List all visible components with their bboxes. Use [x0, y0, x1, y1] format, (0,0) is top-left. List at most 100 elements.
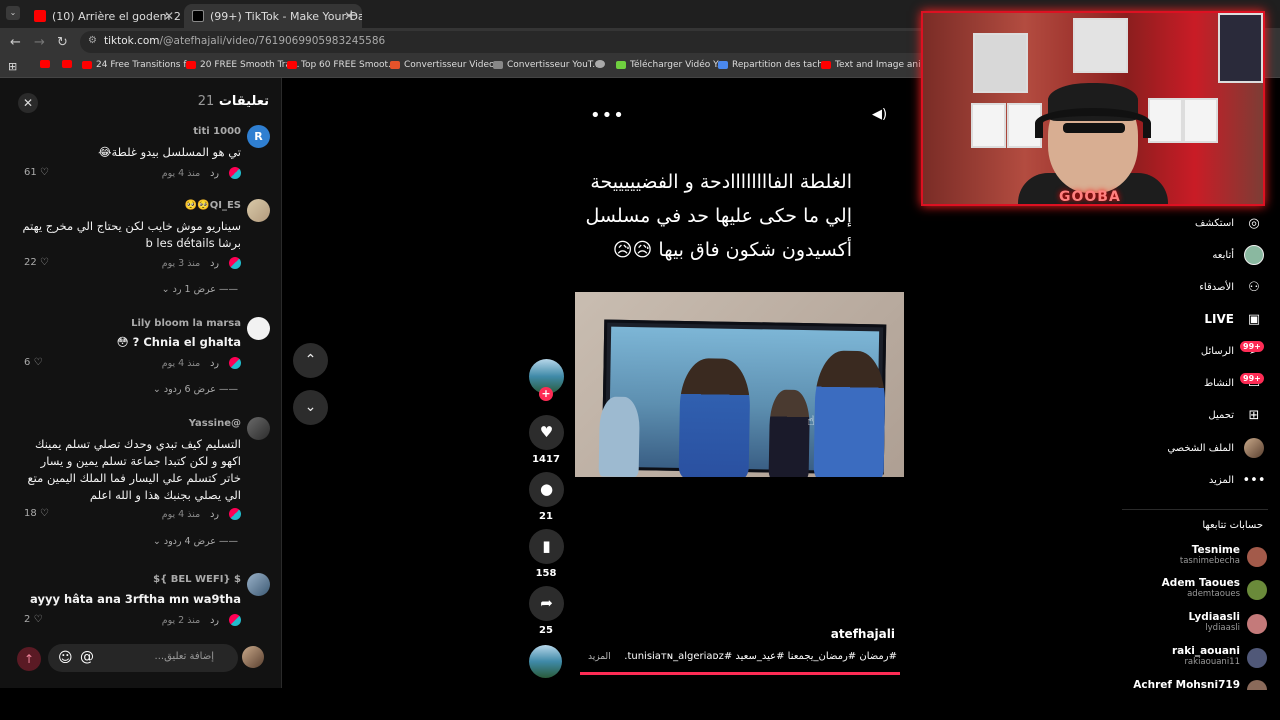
view-replies-button[interactable]: —— عرض 6 ردود ⌄ — [153, 384, 238, 395]
wall-poster — [1073, 18, 1128, 73]
bookmark-item[interactable]: 20 FREE Smooth Tra... — [186, 60, 300, 70]
comment-username[interactable]: Yassine@ — [189, 418, 241, 429]
reply-button[interactable]: رد — [210, 358, 219, 369]
see-more-button[interactable]: المزيد — [588, 652, 611, 662]
sidebar-item-explore[interactable]: ◎ استكشف — [1195, 213, 1264, 233]
mention-icon[interactable]: @ — [80, 649, 94, 665]
avatar[interactable]: R — [247, 125, 270, 148]
volume-icon[interactable]: ◀) — [872, 107, 887, 122]
account-avatar[interactable] — [1247, 648, 1267, 668]
account-name: Achref Mohsni719 — [1133, 679, 1240, 691]
comment-meta: منذ 4 يوم رد — [162, 508, 241, 520]
reload-icon[interactable]: ↻ — [57, 35, 68, 50]
account-avatar[interactable] — [1247, 547, 1267, 567]
reply-button[interactable]: رد — [210, 615, 219, 626]
view-replies-button[interactable]: —— عرض 4 ردود ⌄ — [153, 536, 238, 547]
apps-grid-icon[interactable]: ⊞ — [8, 60, 17, 73]
bookmark-item[interactable]: Text and Image ani... — [821, 60, 929, 70]
bookmark-item[interactable]: Convertisseur Video... — [390, 60, 503, 70]
view-replies-button[interactable]: —— عرض 1 رد ⌄ — [162, 284, 238, 295]
comment-button[interactable]: ● — [529, 472, 564, 507]
bookmark-label: Télécharger Vidéo Y... — [630, 60, 726, 70]
url-input[interactable]: ⚙ tiktok.com/@atefhajali/video/761906990… — [80, 31, 930, 53]
avatar[interactable] — [247, 317, 270, 340]
sidebar-item-live[interactable]: ▣ LIVE — [1204, 309, 1264, 329]
video-hashtags[interactable]: #رمضان #رمضان_يجمعنا #عيد_سعيد #tunisiaᴛ… — [625, 651, 897, 662]
bookmark-label: Text and Image ani... — [835, 60, 930, 70]
send-comment-button[interactable]: ↑ — [17, 647, 41, 671]
comment-username[interactable]: 🥺🥺QI_ES — [185, 200, 241, 211]
sidebar-item-following[interactable]: أتابعه — [1212, 245, 1264, 265]
followed-account[interactable]: Achref Mohsni719 — [1133, 679, 1240, 691]
close-tab-icon[interactable]: ✕ — [164, 9, 174, 23]
tab-search-button[interactable]: ⌄ — [6, 6, 20, 20]
account-avatar[interactable] — [1247, 680, 1267, 690]
cursor-icon: ☝ — [807, 414, 815, 429]
back-arrow-icon[interactable]: ← — [10, 35, 21, 50]
music-disc-avatar[interactable] — [529, 645, 562, 678]
avatar[interactable] — [247, 573, 270, 596]
comment-like-button[interactable]: 18 ♡ — [24, 508, 49, 519]
comment-text: التسليم كيف تبدي وحدك تصلي تسلم يمينك اك… — [27, 437, 241, 502]
activity-badge: 99+ — [1240, 373, 1264, 384]
sidebar-item-friends[interactable]: ⚇ الأصدقاء — [1199, 277, 1264, 297]
sidebar-item-label: تحميل — [1208, 409, 1234, 421]
follow-plus-button[interactable]: + — [539, 387, 553, 401]
new-tab-button[interactable]: + — [345, 6, 358, 24]
site-info-icon[interactable]: ⚙ — [88, 35, 97, 46]
upload-icon: ⊞ — [1248, 407, 1260, 423]
wall-poster — [1218, 13, 1263, 83]
bookmark-item[interactable] — [595, 60, 609, 68]
sidebar-item-more[interactable]: ••• المزيد — [1209, 470, 1266, 490]
account-avatar[interactable] — [1247, 614, 1267, 634]
share-button[interactable]: ➦ — [529, 586, 564, 621]
scene-person — [598, 396, 640, 477]
video-author[interactable]: atefhajali — [831, 627, 895, 641]
followed-account[interactable]: Tesnime tasnimebecha — [1180, 544, 1240, 566]
bookmark-item[interactable]: Repartition des tach... — [718, 60, 832, 70]
comment-username[interactable]: ${ BEL WEFI} $ — [153, 574, 241, 585]
emoji-icon[interactable]: ☺ — [58, 650, 73, 666]
comment-input[interactable]: ☺ @ إضافة تعليق... — [48, 644, 238, 672]
avatar[interactable] — [247, 417, 270, 440]
comment-count: 21 — [539, 511, 553, 522]
comment-like-button[interactable]: 61 ♡ — [24, 167, 49, 178]
like-button[interactable]: ♥ — [529, 415, 564, 450]
reply-button[interactable]: رد — [210, 258, 219, 269]
browser-tab-youtube[interactable]: (10) Arrière el godem 2 Épisode ✕ — [26, 4, 182, 28]
followed-account[interactable]: Lydiaasli lydiaasli — [1188, 611, 1240, 633]
bookmark-item[interactable]: Top 60 FREE Smoot... — [287, 60, 397, 70]
followed-account[interactable]: Adem Taoues ademtaoues — [1162, 577, 1240, 599]
account-name: raki_aouani — [1171, 645, 1240, 657]
forward-arrow-icon[interactable]: → — [34, 35, 45, 50]
sidebar-item-upload[interactable]: ⊞ تحميل — [1208, 405, 1264, 425]
bookmark-item[interactable]: Télécharger Vidéo Y... — [616, 60, 725, 70]
heart-outline-icon: ♡ — [39, 508, 49, 519]
sidebar-item-profile[interactable]: الملف الشخصي — [1167, 438, 1264, 458]
followed-account[interactable]: raki_aouani rakiaouani11 — [1172, 645, 1240, 667]
comment-like-button[interactable]: 2 ♡ — [24, 614, 43, 625]
browser-tab-tiktok[interactable]: (99+) TikTok - Make Your Day ✕ — [184, 4, 362, 28]
previous-video-button[interactable]: ⌃ — [293, 343, 328, 378]
save-button[interactable]: ▮ — [529, 529, 564, 564]
video-player[interactable]: ☝ — [575, 292, 904, 477]
more-options-icon[interactable]: ••• — [590, 105, 625, 126]
scene-person — [768, 389, 811, 477]
video-progress-track[interactable] — [580, 672, 900, 675]
account-avatar[interactable] — [1247, 580, 1267, 600]
bookmark-item[interactable]: Convertisseur YouT... — [493, 60, 601, 70]
next-video-button[interactable]: ⌄ — [293, 390, 328, 425]
creator-liked-avatar-icon — [229, 167, 241, 179]
bookmark-item[interactable] — [40, 60, 54, 68]
close-comments-button[interactable]: ✕ — [18, 93, 38, 113]
comment-username[interactable]: Lily bloom la marsa — [131, 318, 241, 329]
bookmark-item[interactable]: 24 Free Transitions f... — [82, 60, 194, 70]
bookmark-item[interactable] — [62, 60, 76, 68]
comment-like-button[interactable]: 6 ♡ — [24, 357, 43, 368]
reply-button[interactable]: رد — [210, 168, 219, 179]
avatar[interactable] — [247, 199, 270, 222]
comment-username[interactable]: titi 1000 — [193, 126, 241, 137]
reply-button[interactable]: رد — [210, 509, 219, 520]
comment-time: منذ 4 يوم — [161, 357, 201, 369]
comment-like-button[interactable]: 22 ♡ — [24, 257, 49, 268]
